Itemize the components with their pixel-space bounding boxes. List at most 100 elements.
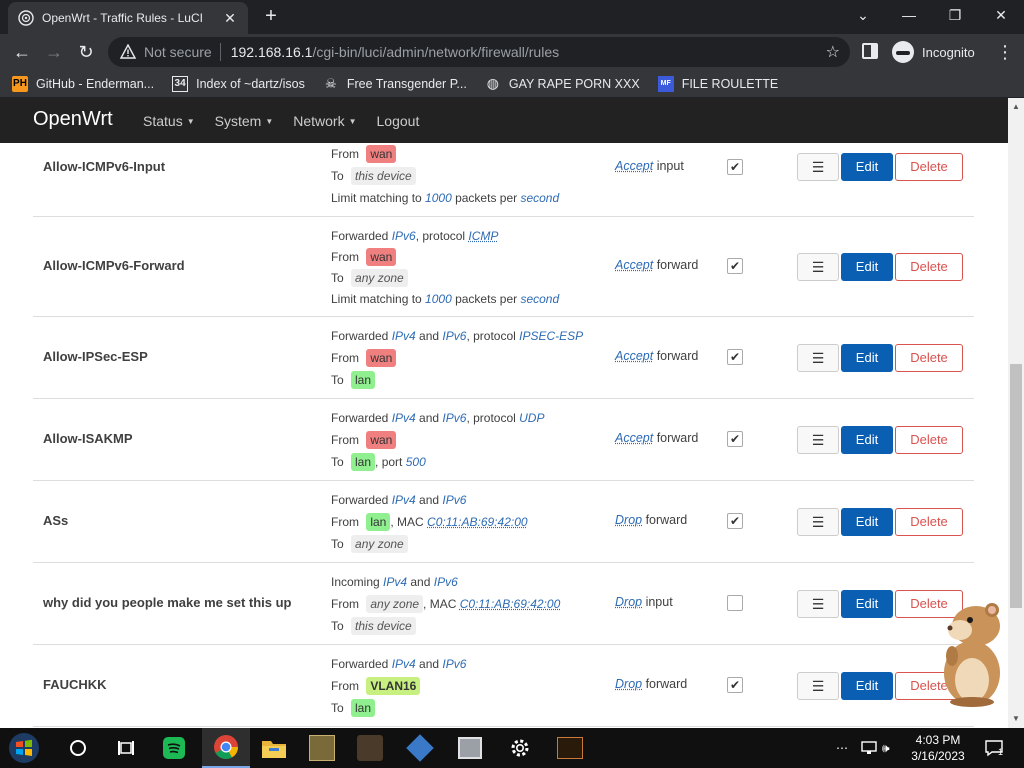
match-line: Incoming IPv4 and IPv6	[331, 571, 560, 593]
app-box-icon[interactable]	[298, 728, 346, 768]
network-icon[interactable]	[860, 728, 878, 768]
match-line: Forwarded IPv4 and IPv6	[331, 489, 528, 511]
rule-enabled-checkbox[interactable]	[727, 595, 743, 611]
delete-button[interactable]: Delete	[895, 153, 963, 181]
zone-badge: any zone	[351, 535, 408, 553]
rule-enabled-checkbox[interactable]: ✔	[727, 431, 743, 447]
edit-button[interactable]: Edit	[841, 344, 893, 372]
tab-search-icon[interactable]: ⌄	[840, 0, 886, 30]
action-verb[interactable]: Drop	[615, 677, 642, 691]
tab-close-icon[interactable]: ✕	[222, 10, 238, 27]
browser-menu-icon[interactable]: ⋮	[996, 40, 1014, 64]
delete-button[interactable]: Delete	[895, 253, 963, 281]
bookmark-file-roulette[interactable]: MF FILE ROULETTE	[657, 75, 778, 92]
close-window-icon[interactable]: ✕	[978, 0, 1024, 30]
bookmark-github-enderman[interactable]: PH GitHub - Enderman...	[12, 75, 154, 92]
warning-icon[interactable]	[120, 44, 136, 60]
bookmark-index-dartz[interactable]: 34 Index of ~dartz/isos	[172, 75, 305, 92]
action-verb[interactable]: Drop	[615, 595, 642, 609]
scrollbar-thumb[interactable]	[1010, 364, 1022, 608]
start-button[interactable]	[0, 728, 48, 768]
rule-enabled-checkbox[interactable]: ✔	[727, 258, 743, 274]
drag-handle-button[interactable]: ☰	[797, 344, 839, 372]
scroll-down-icon[interactable]: ▼	[1008, 712, 1024, 726]
match-line: Limit matching to 1000 packets per secon…	[331, 187, 559, 209]
edit-button[interactable]: Edit	[841, 672, 893, 700]
volume-icon[interactable]: 🕪	[882, 728, 890, 768]
delete-button[interactable]: Delete	[895, 508, 963, 536]
match-value-link[interactable]: C0:11:AB:69:42:00	[427, 515, 528, 529]
menu-logout[interactable]: Logout	[377, 113, 420, 129]
match-value-link[interactable]: ICMP	[468, 229, 498, 243]
match-line: To any zone	[331, 533, 528, 555]
app-blue-icon[interactable]	[396, 728, 444, 768]
drag-handle-button[interactable]: ☰	[797, 508, 839, 536]
cortana-icon[interactable]	[54, 728, 102, 768]
traffic-rules-table: Allow-ICMPv6-Input From wan To this device…	[33, 143, 974, 727]
back-icon[interactable]: ←	[10, 40, 34, 64]
delete-button[interactable]: Delete	[895, 344, 963, 372]
rule-enabled-checkbox[interactable]: ✔	[727, 513, 743, 529]
action-verb[interactable]: Accept	[615, 349, 653, 363]
tray-overflow-icon[interactable]: ⋯	[836, 728, 848, 768]
match-value-link[interactable]: C0:11:AB:69:42:00	[460, 597, 561, 611]
match-line: To any zone	[331, 267, 559, 288]
app-cube-icon[interactable]	[446, 728, 494, 768]
drag-handle-button[interactable]: ☰	[797, 253, 839, 281]
action-verb[interactable]: Accept	[615, 258, 653, 272]
menu-network[interactable]: Network ▼	[293, 113, 356, 129]
rule-enabled-checkbox[interactable]: ✔	[727, 677, 743, 693]
edit-button[interactable]: Edit	[841, 153, 893, 181]
rule-enabled-checkbox[interactable]: ✔	[727, 159, 743, 175]
bookmark-globe-site[interactable]: ◍ GAY RAPE PORN XXX	[485, 75, 640, 92]
address-bar[interactable]: Not secure 192.168.16.1 /cgi-bin/luci/ad…	[108, 37, 850, 67]
action-verb[interactable]: Accept	[615, 159, 653, 173]
drag-handle-button[interactable]: ☰	[797, 153, 839, 181]
new-tab-button[interactable]: +	[260, 6, 282, 28]
match-text: and	[407, 575, 434, 589]
match-text: From	[331, 679, 363, 693]
action-verb[interactable]: Drop	[615, 513, 642, 527]
drag-handle-button[interactable]: ☰	[797, 590, 839, 618]
rule-enabled-checkbox[interactable]: ✔	[727, 349, 743, 365]
match-value: IPv4	[391, 411, 416, 425]
forward-icon[interactable]: →	[42, 40, 66, 64]
security-label[interactable]: Not secure	[144, 44, 212, 60]
restore-icon[interactable]: ❐	[932, 0, 978, 30]
rule-row: Allow-IPSec-ESP Forwarded IPv4 and IPv6, …	[33, 317, 974, 399]
chrome-taskbar-icon[interactable]	[202, 728, 250, 768]
edit-button[interactable]: Edit	[841, 253, 893, 281]
zone-badge: any zone	[351, 268, 408, 287]
match-value: second	[520, 191, 560, 205]
notification-count: 1	[998, 747, 1004, 757]
menu-system[interactable]: System ▼	[215, 113, 274, 129]
menu-status[interactable]: Status ▼	[143, 113, 195, 129]
zone-badge: lan	[366, 513, 391, 531]
app-figure-icon[interactable]	[346, 728, 394, 768]
scroll-up-icon[interactable]: ▲	[1008, 100, 1024, 114]
action-verb[interactable]: Accept	[615, 431, 653, 445]
bookmark-star-icon[interactable]: ☆	[826, 42, 840, 62]
side-panel-icon[interactable]	[862, 43, 878, 59]
delete-button[interactable]: Delete	[895, 426, 963, 454]
drag-handle-button[interactable]: ☰	[797, 426, 839, 454]
incognito-indicator[interactable]: Incognito	[892, 40, 975, 64]
file-explorer-icon[interactable]	[250, 728, 298, 768]
match-line: To this device	[331, 615, 560, 637]
reload-icon[interactable]: ↻	[74, 40, 98, 64]
brand-logo[interactable]: OpenWrt	[33, 108, 113, 131]
drag-handle-button[interactable]: ☰	[797, 672, 839, 700]
browser-tab[interactable]: OpenWrt - Traffic Rules - LuCI ✕	[8, 2, 248, 34]
settings-gear-icon[interactable]	[496, 728, 544, 768]
page-scrollbar[interactable]: ▲ ▼	[1008, 98, 1024, 728]
edit-button[interactable]: Edit	[841, 426, 893, 454]
edit-button[interactable]: Edit	[841, 590, 893, 618]
edit-button[interactable]: Edit	[841, 508, 893, 536]
app-terminal-icon[interactable]	[546, 728, 594, 768]
spotify-taskbar-icon[interactable]	[150, 728, 198, 768]
notifications-icon[interactable]: 1	[984, 728, 1009, 768]
bookmark-free-transgender[interactable]: ☠ Free Transgender P...	[323, 76, 467, 92]
minimize-icon[interactable]: —	[886, 0, 932, 30]
task-view-icon[interactable]	[102, 728, 150, 768]
taskbar-clock[interactable]: 4:03 PM 3/16/2023	[900, 732, 976, 764]
